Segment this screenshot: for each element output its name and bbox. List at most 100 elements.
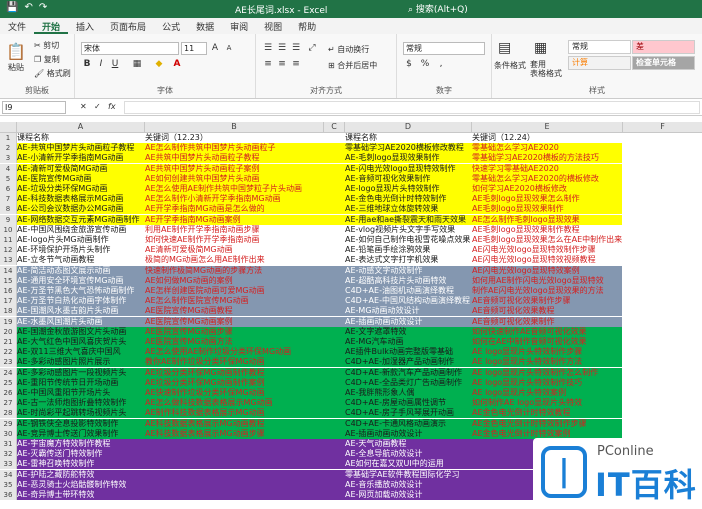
- cell-empty[interactable]: [623, 357, 702, 367]
- cell-empty[interactable]: [623, 419, 702, 429]
- cell-empty[interactable]: [324, 327, 344, 337]
- tab-data[interactable]: 数据: [188, 18, 222, 34]
- tab-review[interactable]: 审阅: [222, 18, 256, 34]
- row-header[interactable]: 15: [0, 275, 17, 286]
- cell-empty[interactable]: [623, 306, 702, 316]
- cell-empty[interactable]: [324, 164, 344, 174]
- cell-course-name-2[interactable]: AE-铅笔画手绘涂鸦效果: [345, 245, 471, 255]
- column-header-f[interactable]: F: [623, 122, 702, 133]
- cell-course-name-2[interactable]: AE-MG汽车动画: [345, 337, 471, 347]
- row-header[interactable]: 8: [0, 204, 17, 215]
- cell-keyword[interactable]: [145, 449, 323, 459]
- cell-empty[interactable]: [623, 245, 702, 255]
- function-button[interactable]: fx: [108, 102, 116, 111]
- style-bad[interactable]: 差: [632, 40, 695, 54]
- conditional-format-button[interactable]: 条件格式: [494, 60, 526, 71]
- cell-course-name[interactable]: AE-中国风围绕金旅游宣传动画: [17, 225, 141, 235]
- cell-empty[interactable]: [324, 255, 344, 265]
- cell-course-name[interactable]: AE-小清新开学季指南MG动画: [17, 153, 141, 163]
- format-painter-button[interactable]: 🖌 格式刷: [34, 68, 71, 79]
- row-header[interactable]: 10: [0, 224, 17, 235]
- tab-formulas[interactable]: 公式: [154, 18, 188, 34]
- column-header-b[interactable]: B: [145, 122, 324, 133]
- cell-keyword-2[interactable]: AE logo显现片头特效案例: [472, 388, 622, 398]
- cell-course-name-2[interactable]: AE-如何自己制作电视雪花噪点效果: [345, 235, 471, 245]
- cell-course-name[interactable]: AE-时尚彩平起跳转场视频片头: [17, 408, 141, 418]
- bold-icon[interactable]: B: [81, 58, 93, 70]
- tab-home[interactable]: 开始: [34, 18, 69, 34]
- cell-course-name-2[interactable]: C4D+AE-房屋动画属性调节: [345, 398, 471, 408]
- row-header[interactable]: 11: [0, 235, 17, 245]
- cell-course-name-2[interactable]: AE-用ae和ae撕裂震天和雨天效果: [345, 215, 471, 225]
- cell-course-name-2[interactable]: C4D+AE-房子手风琴展开动画: [345, 408, 471, 418]
- cell-course-name-2[interactable]: AE-金色电光倒计时特效制作: [345, 194, 471, 204]
- cell-keyword[interactable]: AE快速制作垃圾分类环保MG动画: [145, 388, 323, 398]
- style-calculation[interactable]: 计算: [568, 56, 631, 70]
- row-header[interactable]: 28: [0, 408, 17, 419]
- name-box[interactable]: I9: [2, 101, 66, 114]
- cell-course-name-2[interactable]: C4D+AE-加湿器产品动画制作: [345, 357, 471, 367]
- confirm-icon[interactable]: ✓: [94, 102, 101, 111]
- cell-keyword[interactable]: AE科技数据表格展示MG动画教程: [145, 419, 323, 429]
- cell-keyword[interactable]: AE怎么做科技数据表格展示MG动画: [145, 398, 323, 408]
- row-header[interactable]: 6: [0, 184, 17, 194]
- cell-course-name-2[interactable]: AE-表达式文字打字机效果: [345, 255, 471, 265]
- cell-empty[interactable]: [623, 398, 702, 408]
- cell-empty[interactable]: [623, 286, 702, 296]
- row-header[interactable]: 25: [0, 377, 17, 388]
- column-header-a[interactable]: A: [17, 122, 145, 133]
- cell-course-name[interactable]: AE-立冬节气动画教程: [17, 255, 141, 265]
- cell-course-name-2[interactable]: 课程名称: [345, 133, 471, 143]
- cell-empty[interactable]: [623, 225, 702, 235]
- italic-icon[interactable]: I: [95, 58, 107, 70]
- tab-help[interactable]: 帮助: [290, 18, 324, 34]
- cell-keyword-2[interactable]: AE闪电光效logo显现特效案例: [472, 266, 622, 276]
- cell-empty[interactable]: [324, 398, 344, 408]
- cell-course-name[interactable]: 课程名称: [17, 133, 141, 143]
- cell-empty[interactable]: [623, 408, 702, 418]
- cell-empty[interactable]: [324, 235, 344, 245]
- cell-keyword[interactable]: 关键词（12.23）: [145, 133, 323, 143]
- cell-keyword[interactable]: 教你AE制作垃圾分类环保MG动画: [145, 357, 323, 367]
- cell-empty[interactable]: [623, 204, 702, 214]
- cell-empty[interactable]: [324, 194, 344, 204]
- cell-keyword[interactable]: AE医院宣传MG动画案例: [145, 317, 323, 327]
- cell-empty[interactable]: [324, 419, 344, 429]
- cell-keyword-2[interactable]: 制作AE闪电光效logo显现效果的方法: [472, 286, 622, 296]
- cut-button[interactable]: ✂ 剪切: [34, 40, 59, 51]
- cell-course-name-2[interactable]: AE-音频可视化效果制作: [345, 174, 471, 184]
- cell-keyword[interactable]: [145, 470, 323, 480]
- cell-keyword[interactable]: AE垃圾分类环保MG动画制作教程: [145, 368, 323, 378]
- cell-course-name[interactable]: AE-万圣节白热化动画字体制作: [17, 296, 141, 306]
- cell-keyword-2[interactable]: AE logo显现片头特效制作步骤: [472, 347, 622, 357]
- cell-keyword[interactable]: AE制作科技数据表格展示MG动画: [145, 408, 323, 418]
- cell-keyword[interactable]: 利用AE制作开学季指南动画步骤: [145, 225, 323, 235]
- cell-course-name[interactable]: AE-大气红色中国风喜庆贺片头: [17, 337, 141, 347]
- cell-course-name[interactable]: AE-宇宙魔方特效制作教程: [17, 439, 141, 449]
- cell-keyword-2[interactable]: 如何制作AE logo显现片头特效: [472, 398, 622, 408]
- formula-input[interactable]: [124, 101, 700, 114]
- wrap-text-button[interactable]: ↵ 自动换行: [328, 44, 369, 55]
- tab-view[interactable]: 视图: [256, 18, 290, 34]
- cell-empty[interactable]: [324, 286, 344, 296]
- cell-course-name[interactable]: AE-科技数据表格展示MG动画: [17, 194, 141, 204]
- row-header[interactable]: 5: [0, 173, 17, 184]
- row-header[interactable]: 30: [0, 428, 17, 439]
- shrink-font-icon[interactable]: A: [223, 42, 235, 54]
- cell-empty[interactable]: [324, 388, 344, 398]
- cell-course-name[interactable]: AE-共筑中国梦片头动画粒子教程: [17, 143, 141, 153]
- select-all-corner[interactable]: [0, 122, 17, 133]
- row-header[interactable]: 13: [0, 255, 17, 266]
- font-color-icon[interactable]: A: [171, 58, 183, 70]
- cell-keyword[interactable]: AE怎么使用AE制作共筑中国梦粒子片头动画: [145, 184, 323, 194]
- borders-icon[interactable]: ▦: [131, 58, 143, 70]
- cell-course-name-2[interactable]: AE-插画动画动效设计: [345, 429, 471, 439]
- cell-empty[interactable]: [324, 368, 344, 378]
- comma-icon[interactable]: ,: [435, 58, 447, 70]
- cell-empty[interactable]: [324, 439, 344, 449]
- cell-empty[interactable]: [623, 296, 702, 306]
- copy-button[interactable]: ❐ 复制: [34, 54, 60, 65]
- cell-keyword[interactable]: [145, 439, 323, 449]
- font-size-select[interactable]: 11: [181, 42, 207, 55]
- format-table-button[interactable]: 套用 表格格式: [530, 60, 562, 78]
